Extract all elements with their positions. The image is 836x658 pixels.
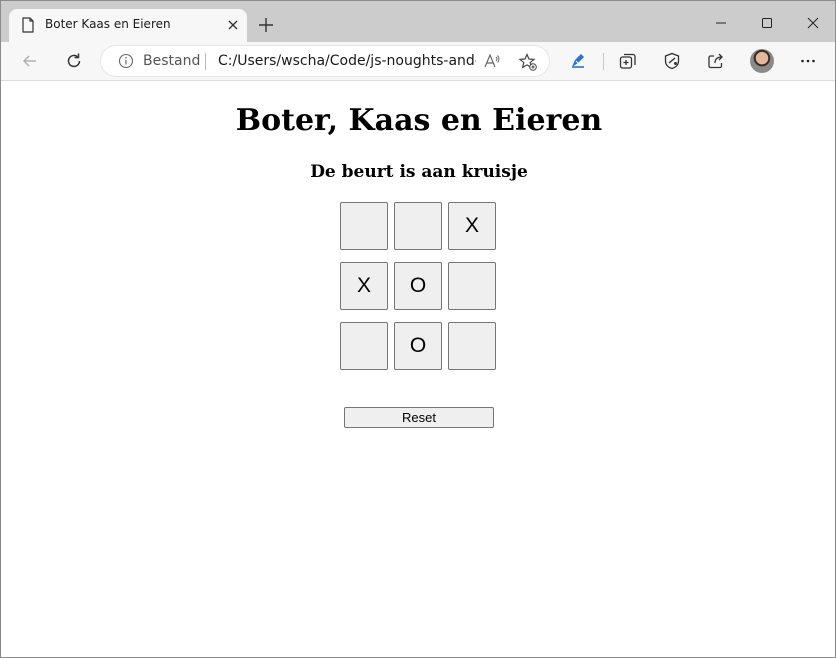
tab-close-icon[interactable] — [226, 18, 240, 32]
board-cell-r3c1[interactable] — [340, 322, 388, 370]
profile-avatar[interactable] — [750, 49, 774, 73]
board-cell-r1c2[interactable] — [394, 202, 442, 250]
board-cell-r1c1[interactable] — [340, 202, 388, 250]
address-url[interactable]: C:/Users/wscha/Code/js-noughts-and-c... — [218, 53, 476, 69]
new-tab-icon[interactable] — [256, 15, 276, 35]
turn-status: De beurt is aan kruisje — [310, 162, 528, 182]
reset-button[interactable]: Reset — [344, 407, 494, 428]
game-board: X X O O — [340, 202, 500, 374]
collections-icon[interactable] — [618, 51, 638, 71]
back-icon[interactable] — [20, 51, 40, 71]
close-icon[interactable] — [803, 13, 823, 33]
page-title: Boter, Kaas en Eieren — [235, 103, 603, 138]
address-divider — [205, 53, 206, 70]
pen-icon[interactable] — [568, 51, 588, 71]
board-cell-r2c1[interactable]: X — [340, 262, 388, 310]
title-bar: Boter Kaas en Eieren — [1, 1, 835, 42]
address-scheme-label: Bestand — [143, 53, 201, 69]
add-favorite-icon[interactable] — [518, 52, 538, 72]
address-bar[interactable]: Bestand C:/Users/wscha/Code/js-noughts-a… — [101, 46, 549, 76]
board-cell-r2c3[interactable] — [448, 262, 496, 310]
page-content: Boter, Kaas en Eieren De beurt is aan kr… — [1, 81, 835, 657]
board-cell-r1c3[interactable]: X — [448, 202, 496, 250]
maximize-icon[interactable] — [757, 13, 777, 33]
toolbar-divider — [603, 53, 604, 70]
minimize-icon[interactable] — [711, 13, 731, 33]
board-cell-r2c2[interactable]: O — [394, 262, 442, 310]
page-icon — [22, 17, 34, 33]
info-icon[interactable] — [118, 53, 134, 69]
browser-toolbar: Bestand C:/Users/wscha/Code/js-noughts-a… — [1, 42, 835, 81]
share-icon[interactable] — [706, 51, 726, 71]
more-icon[interactable] — [798, 51, 818, 71]
browser-tab[interactable]: Boter Kaas en Eieren — [9, 9, 247, 42]
board-cell-r3c2[interactable]: O — [394, 322, 442, 370]
tab-title: Boter Kaas en Eieren — [45, 17, 171, 31]
refresh-icon[interactable] — [64, 51, 84, 71]
browser-window: Boter Kaas en Eieren Bestand C:/Users/ws… — [0, 0, 836, 658]
performance-icon[interactable] — [662, 51, 682, 71]
board-cell-r3c3[interactable] — [448, 322, 496, 370]
read-aloud-icon[interactable] — [483, 52, 501, 70]
